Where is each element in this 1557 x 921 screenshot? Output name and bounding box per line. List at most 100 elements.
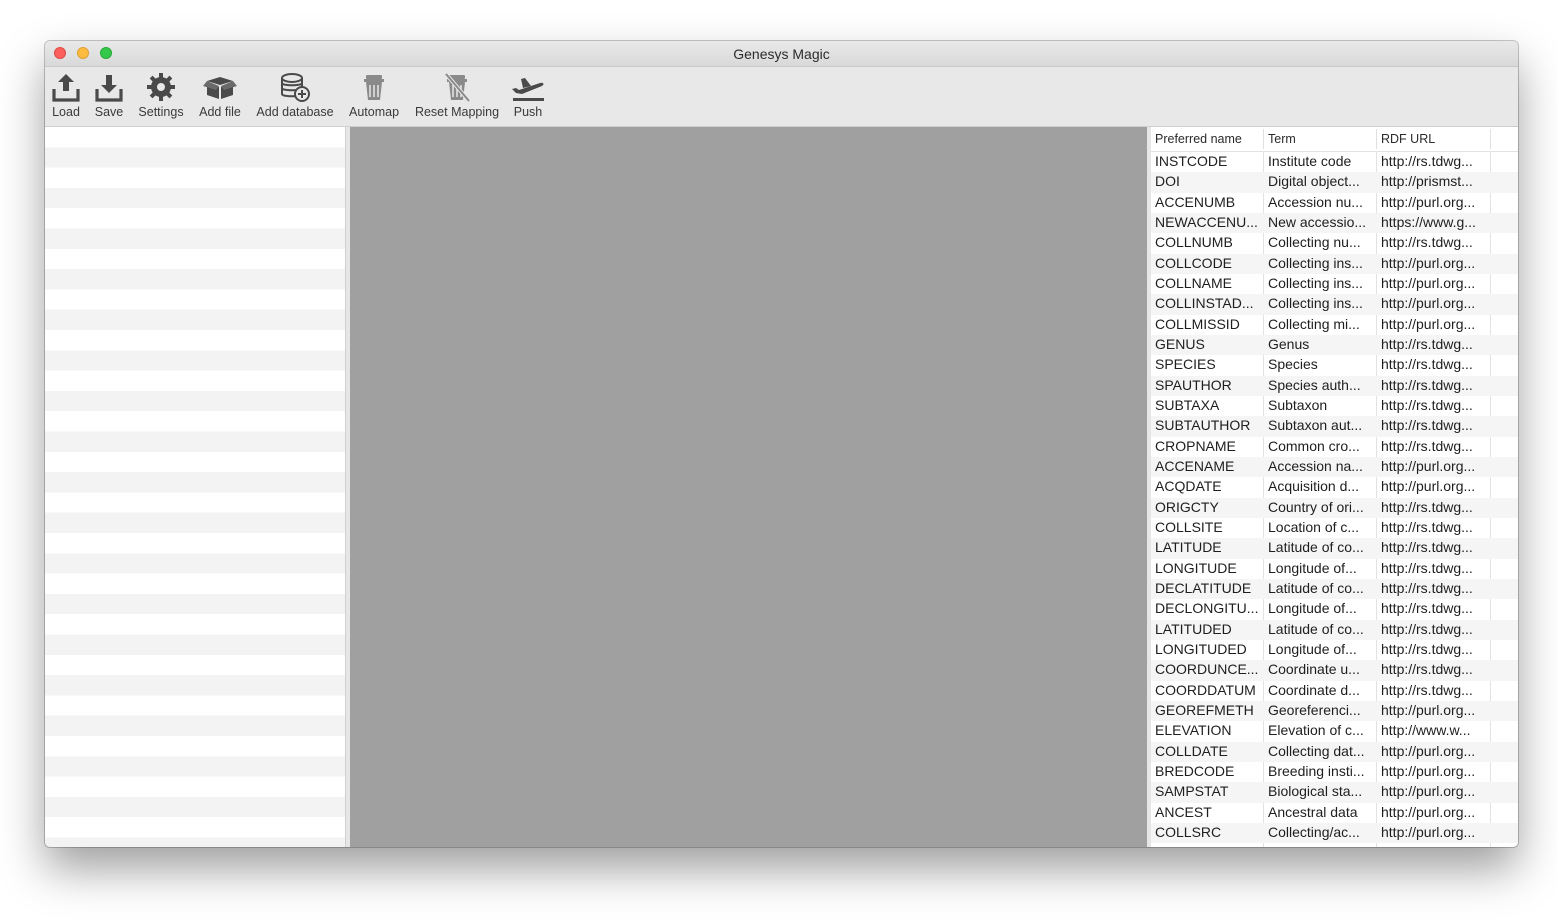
preferred-name-cell: DECLONGITU...: [1155, 600, 1259, 617]
table-row[interactable]: SAMPSTAT Biological sta... http://purl.org…: [1151, 782, 1518, 803]
table-row[interactable]: COORDUNCE... Coordinate u... http://rs.tdw…: [1151, 660, 1518, 681]
term-cell: Collecting ins...: [1268, 254, 1363, 271]
table-row[interactable]: COLLCODE Collecting ins... http://purl.org…: [1151, 253, 1518, 274]
preferred-name-cell: COLLCODE: [1155, 254, 1233, 271]
table-row[interactable]: LONGITUDE Longitude of... http://rs.tdwg..…: [1151, 559, 1518, 579]
term-cell: Country of ori...: [1268, 498, 1364, 515]
table-row[interactable]: DECLATITUDE Latitude of co... http://rs.td…: [1151, 578, 1518, 600]
table-row[interactable]: COLLINSTAD... Collecting ins... http://pur…: [1151, 294, 1518, 315]
preferred-name-cell: GENUS: [1155, 335, 1205, 352]
settings-button[interactable]: Settings: [136, 71, 186, 125]
preferred-name-cell: COORDUNCE...: [1155, 661, 1259, 678]
rdf-url-cell: http://purl.org...: [1381, 783, 1476, 800]
preferred-name-cell: GEOREFMETH: [1155, 701, 1254, 718]
table-row[interactable]: COLLDATE Collecting dat... http://purl.org…: [1151, 741, 1518, 762]
rdf-url-cell: http://purl.org...: [1381, 457, 1476, 474]
table-row[interactable]: GENUS Genus http://rs.tdwg...: [1151, 334, 1518, 356]
rdf-url-cell: http://rs.tdwg...: [1381, 518, 1473, 535]
rdf-url-cell: http://rs.tdwg...: [1381, 498, 1473, 515]
rdf-url-cell: http://rs.tdwg...: [1381, 437, 1473, 454]
reset-mapping-label: Reset Mapping: [414, 105, 500, 119]
column-header-preferred-name[interactable]: Preferred name: [1155, 132, 1242, 146]
table-row[interactable]: SPECIES Species http://rs.tdwg...: [1151, 355, 1518, 375]
table-row[interactable]: DOI Digital object... http://prismst...: [1151, 172, 1518, 193]
table-row[interactable]: LATITUDE Latitude of co... http://rs.tdwg.…: [1151, 538, 1518, 559]
table-row[interactable]: ANCEST Ancestral data http://purl.org...: [1151, 803, 1518, 823]
table-row[interactable]: BREDCODE Breeding insti... http://purl.org…: [1151, 762, 1518, 782]
rdf-url-cell: http://purl.org...: [1381, 254, 1476, 271]
term-cell: New accessio...: [1268, 213, 1367, 230]
rdf-url-cell: http://purl.org...: [1381, 701, 1476, 718]
push-button[interactable]: Push: [510, 71, 546, 125]
table-row[interactable]: COLLSRC Collecting/ac... http://purl.org..…: [1151, 822, 1518, 844]
rdf-url-cell: http://purl.org...: [1381, 315, 1476, 332]
table-row[interactable]: COLLMISSID Collecting mi... http://purl.or…: [1151, 315, 1518, 335]
rdf-url-cell: http://rs.tdwg...: [1381, 234, 1473, 251]
rdf-url-cell: http://prismst...: [1381, 173, 1473, 190]
table-row[interactable]: ELEVATION Elevation of c... http://www.w..…: [1151, 721, 1518, 741]
table-row[interactable]: INSTCODE Institute code http://rs.tdwg...: [1151, 152, 1518, 172]
column-header-rdf-url[interactable]: RDF URL: [1381, 132, 1435, 146]
table-row[interactable]: DECLONGITU... Longitude of... http://rs.td…: [1151, 599, 1518, 619]
automap-button[interactable]: Automap: [347, 71, 401, 125]
preferred-name-cell: COLLMISSID: [1155, 315, 1240, 332]
table-body: INSTCODE Institute code http://rs.tdwg... D…: [1151, 152, 1518, 844]
table-row[interactable]: ORIGCTY Country of ori... http://rs.tdwg..…: [1151, 497, 1518, 518]
table-row[interactable]: ACQDATE Acquisition d... http://purl.org..…: [1151, 477, 1518, 497]
preferred-name-cell: LATITUDED: [1155, 620, 1232, 637]
push-label: Push: [513, 105, 543, 119]
rdf-url-cell: http://www.w...: [1381, 722, 1471, 739]
preferred-name-cell: LATITUDE: [1155, 539, 1222, 556]
rdf-url-cell: http://purl.org...: [1381, 803, 1476, 820]
table-row[interactable]: COLLSITE Location of c... http://rs.tdwg..…: [1151, 518, 1518, 538]
preferred-name-cell: BREDCODE: [1155, 762, 1235, 779]
table-row[interactable]: NEWACCENU... New accessio... https://www.g…: [1151, 212, 1518, 234]
rdf-url-cell: http://rs.tdwg...: [1381, 396, 1473, 413]
load-label: Load: [52, 105, 80, 119]
table-row[interactable]: SUBTAXA Subtaxon http://rs.tdwg...: [1151, 396, 1518, 416]
term-cell: Collecting ins...: [1268, 274, 1363, 291]
table-row[interactable]: CROPNAME Common cro... http://rs.tdwg...: [1151, 437, 1518, 457]
preferred-name-cell: LONGITUDED: [1155, 640, 1247, 657]
rdf-url-cell: http://rs.tdwg...: [1381, 620, 1473, 637]
term-cell: Collecting mi...: [1268, 315, 1360, 332]
table-row[interactable]: COLLNAME Collecting ins... http://purl.org…: [1151, 274, 1518, 294]
save-label: Save: [94, 105, 124, 119]
table-row[interactable]: COLLNUMB Collecting nu... http://rs.tdwg..…: [1151, 233, 1518, 253]
rdf-url-cell: http://rs.tdwg...: [1381, 376, 1473, 393]
add-file-button[interactable]: Add file: [197, 71, 243, 125]
table-row[interactable]: SUBTAUTHOR Subtaxon aut... http://rs.tdwg.…: [1151, 416, 1518, 437]
mapping-canvas[interactable]: [350, 127, 1147, 847]
add-database-button[interactable]: Add database: [254, 71, 336, 125]
download-icon: [94, 71, 124, 103]
table-row[interactable]: COORDDATUM Coordinate d... http://rs.tdwg.…: [1151, 681, 1518, 701]
rdf-url-cell: http://purl.org...: [1381, 478, 1476, 495]
table-row[interactable]: SPAUTHOR Species auth... http://rs.tdwg...: [1151, 375, 1518, 396]
term-cell: Accession na...: [1268, 457, 1363, 474]
table-row[interactable]: LATITUDED Latitude of co... http://rs.tdwg…: [1151, 619, 1518, 640]
term-cell: Collecting/ac...: [1268, 823, 1360, 840]
preferred-name-cell: ORIGCTY: [1155, 498, 1219, 515]
term-cell: Acquisition d...: [1268, 478, 1360, 495]
preferred-name-cell: SAMPSTAT: [1155, 783, 1229, 800]
table-row[interactable]: LONGITUDED Longitude of... http://rs.tdwg.…: [1151, 640, 1518, 660]
table-row[interactable]: ACCENUMB Accession nu... http://purl.org..…: [1151, 193, 1518, 213]
window-title: Genesys Magic: [733, 46, 830, 62]
rdf-url-cell: http://purl.org...: [1381, 295, 1476, 312]
save-button[interactable]: Save: [94, 71, 124, 125]
term-cell: Subtaxon: [1268, 396, 1328, 413]
toolbar: Load Save Settings Add file Add database…: [45, 67, 1518, 127]
term-cell: Species: [1268, 356, 1318, 373]
preferred-name-cell: SPAUTHOR: [1155, 376, 1232, 393]
column-header-term[interactable]: Term: [1268, 132, 1296, 146]
rdf-url-cell: http://rs.tdwg...: [1381, 661, 1473, 678]
load-button[interactable]: Load: [51, 71, 81, 125]
preferred-name-cell: ACCENUMB: [1155, 193, 1236, 210]
table-row[interactable]: ACCENAME Accession na... http://purl.org..…: [1151, 456, 1518, 478]
open-box-icon: [203, 71, 237, 103]
reset-mapping-button[interactable]: Reset Mapping: [412, 71, 502, 125]
rdf-url-cell: http://rs.tdwg...: [1381, 600, 1473, 617]
preferred-name-cell: SUBTAUTHOR: [1155, 417, 1251, 434]
table-row[interactable]: GEOREFMETH Georeferenci... http://purl.org…: [1151, 700, 1518, 722]
source-list[interactable]: [45, 127, 346, 847]
